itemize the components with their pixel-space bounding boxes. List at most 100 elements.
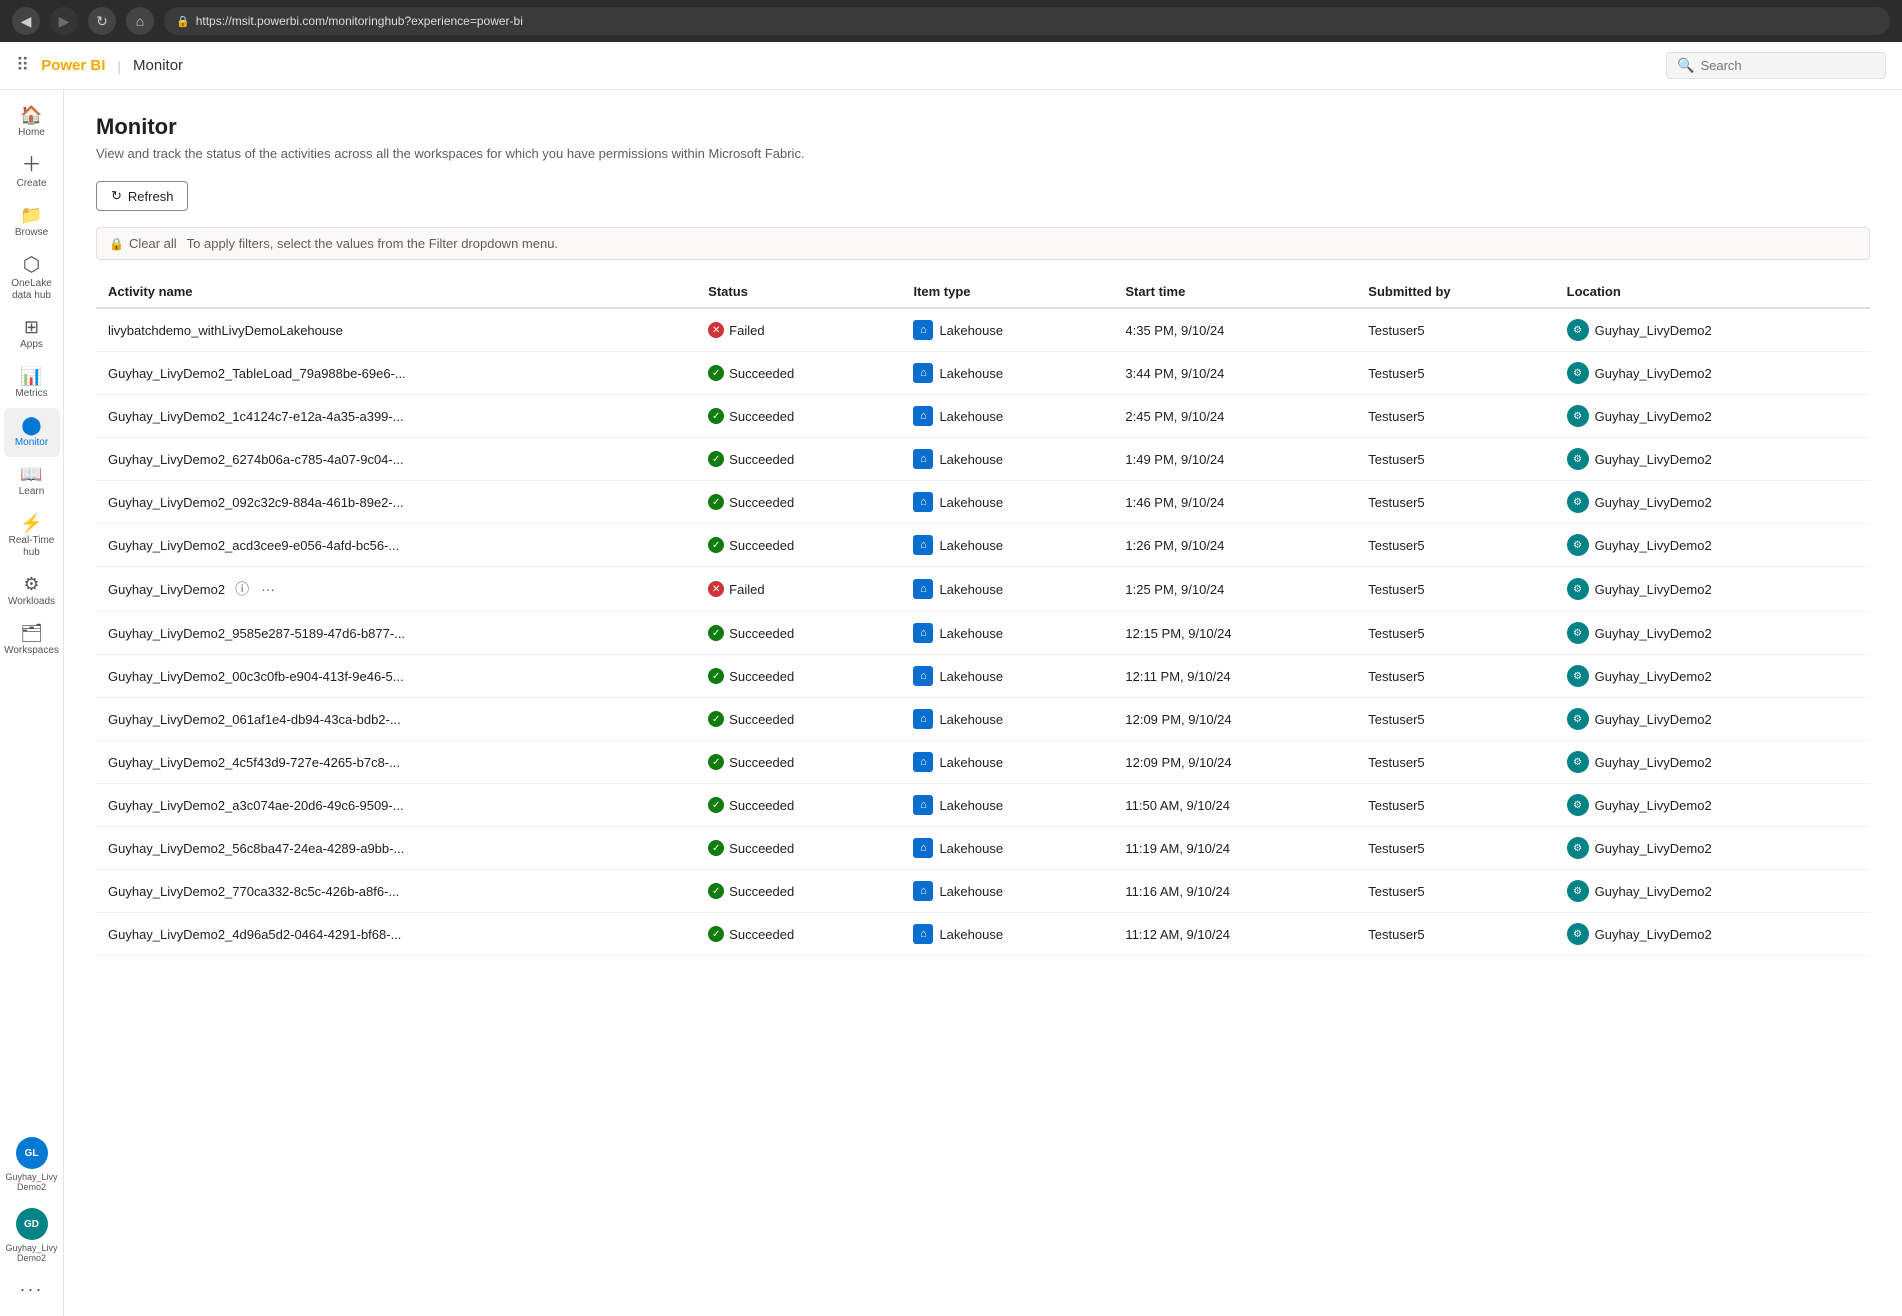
cell-start-time: 1:49 PM, 9/10/24 bbox=[1113, 438, 1356, 481]
search-input[interactable] bbox=[1700, 58, 1875, 73]
cell-item-type: ⌂Lakehouse bbox=[901, 567, 1113, 612]
clear-all-label: Clear all bbox=[129, 236, 177, 251]
sidebar-item-monitor[interactable]: ⬤ Monitor bbox=[4, 408, 60, 457]
table-row[interactable]: Guyhay_LivyDemo2_56c8ba47-24ea-4289-a9bb… bbox=[96, 827, 1870, 870]
workspace-icon: ⚙ bbox=[1567, 491, 1589, 513]
table-row[interactable]: Guyhay_LivyDemo2_acd3cee9-e056-4afd-bc56… bbox=[96, 524, 1870, 567]
cell-status: ✓Succeeded bbox=[696, 913, 901, 956]
lakehouse-icon: ⌂ bbox=[913, 320, 933, 340]
table-row[interactable]: Guyhay_LivyDemo2_9585e287-5189-47d6-b877… bbox=[96, 612, 1870, 655]
url-bar[interactable]: 🔒 https://msit.powerbi.com/monitoringhub… bbox=[164, 7, 1890, 35]
item-type-text: Lakehouse bbox=[939, 582, 1003, 597]
table-row[interactable]: Guyhay_LivyDemo2_092c32c9-884a-461b-89e2… bbox=[96, 481, 1870, 524]
table-row[interactable]: Guyhay_LivyDemo2_4c5f43d9-727e-4265-b7c8… bbox=[96, 741, 1870, 784]
sidebar-label-monitor: Monitor bbox=[15, 437, 48, 449]
lakehouse-icon: ⌂ bbox=[913, 881, 933, 901]
cell-status: ✓Succeeded bbox=[696, 352, 901, 395]
item-type-text: Lakehouse bbox=[939, 798, 1003, 813]
sidebar-item-home[interactable]: 🏠 Home bbox=[4, 98, 60, 147]
col-header-starttime: Start time bbox=[1113, 276, 1356, 308]
cell-location: ⚙Guyhay_LivyDemo2 bbox=[1555, 524, 1870, 567]
table-row[interactable]: Guyhay_LivyDemo2_061af1e4-db94-43ca-bdb2… bbox=[96, 698, 1870, 741]
app-shell: ⠿ Power BI | Monitor 🔍 🏠 Home ＋ Create 📁… bbox=[0, 42, 1902, 1316]
status-text: Succeeded bbox=[729, 841, 794, 856]
item-type-text: Lakehouse bbox=[939, 669, 1003, 684]
table-row[interactable]: Guyhay_LivyDemo2_00c3c0fb-e904-413f-9e46… bbox=[96, 655, 1870, 698]
sidebar-label-create: Create bbox=[16, 178, 46, 190]
sidebar-label-home: Home bbox=[18, 127, 45, 139]
table-row[interactable]: Guyhay_LivyDemo2_a3c074ae-20d6-49c6-9509… bbox=[96, 784, 1870, 827]
success-icon: ✓ bbox=[708, 365, 724, 381]
sidebar-item-guyhay-avatar1[interactable]: GL Guyhay_Livy Demo2 bbox=[4, 1129, 60, 1200]
home-browser-button[interactable]: ⌂ bbox=[126, 7, 154, 35]
table-row[interactable]: Guyhay_LivyDemo2_1c4124c7-e12a-4a35-a399… bbox=[96, 395, 1870, 438]
location-text: Guyhay_LivyDemo2 bbox=[1595, 452, 1712, 467]
location-text: Guyhay_LivyDemo2 bbox=[1595, 927, 1712, 942]
success-icon: ✓ bbox=[708, 797, 724, 813]
toolbar: ↻ Refresh bbox=[96, 181, 1870, 211]
sidebar-item-realtime[interactable]: ⚡ Real-Time hub bbox=[4, 506, 60, 567]
table-row[interactable]: Guyhay_LivyDemo2_4d96a5d2-0464-4291-bf68… bbox=[96, 913, 1870, 956]
workspace-icon: ⚙ bbox=[1567, 405, 1589, 427]
table-body: livybatchdemo_withLivyDemoLakehouse✕Fail… bbox=[96, 308, 1870, 956]
refresh-browser-button[interactable]: ↻ bbox=[88, 7, 116, 35]
table-row[interactable]: Guyhay_LivyDemo2_6274b06a-c785-4a07-9c04… bbox=[96, 438, 1870, 481]
workspace-icon: ⚙ bbox=[1567, 448, 1589, 470]
workspace-icon: ⚙ bbox=[1567, 319, 1589, 341]
status-text: Succeeded bbox=[729, 927, 794, 942]
cell-submitted-by: Testuser5 bbox=[1356, 655, 1554, 698]
cell-submitted-by: Testuser5 bbox=[1356, 741, 1554, 784]
create-icon: ＋ bbox=[22, 155, 42, 175]
cell-submitted-by: Testuser5 bbox=[1356, 352, 1554, 395]
refresh-button[interactable]: ↻ Refresh bbox=[96, 181, 188, 211]
cell-start-time: 12:11 PM, 9/10/24 bbox=[1113, 655, 1356, 698]
sidebar-item-metrics[interactable]: 📊 Metrics bbox=[4, 359, 60, 408]
sidebar-item-onelake[interactable]: ⬡ OneLake data hub bbox=[4, 247, 60, 310]
forward-button[interactable]: ▶ bbox=[50, 7, 78, 35]
table-row[interactable]: Guyhay_LivyDemo2ⓘ···✕Failed⌂Lakehouse1:2… bbox=[96, 567, 1870, 612]
location-text: Guyhay_LivyDemo2 bbox=[1595, 323, 1712, 338]
cell-location: ⚙Guyhay_LivyDemo2 bbox=[1555, 827, 1870, 870]
cell-item-type: ⌂Lakehouse bbox=[901, 308, 1113, 352]
cell-start-time: 1:25 PM, 9/10/24 bbox=[1113, 567, 1356, 612]
cell-submitted-by: Testuser5 bbox=[1356, 481, 1554, 524]
browse-icon: 📁 bbox=[20, 206, 42, 224]
info-button[interactable]: ⓘ bbox=[231, 577, 253, 601]
clear-all-button[interactable]: 🔒 Clear all bbox=[109, 236, 177, 251]
status-text: Succeeded bbox=[729, 755, 794, 770]
table-row[interactable]: livybatchdemo_withLivyDemoLakehouse✕Fail… bbox=[96, 308, 1870, 352]
sidebar-item-guyhay-avatar2[interactable]: GD Guyhay_Livy Demo2 bbox=[4, 1200, 60, 1271]
item-type-text: Lakehouse bbox=[939, 927, 1003, 942]
cell-location: ⚙Guyhay_LivyDemo2 bbox=[1555, 395, 1870, 438]
cell-status: ✕Failed bbox=[696, 308, 901, 352]
back-button[interactable]: ◀ bbox=[12, 7, 40, 35]
lakehouse-icon: ⌂ bbox=[913, 363, 933, 383]
page-subtitle: View and track the status of the activit… bbox=[96, 146, 1870, 161]
table-row[interactable]: Guyhay_LivyDemo2_TableLoad_79a988be-69e6… bbox=[96, 352, 1870, 395]
cell-submitted-by: Testuser5 bbox=[1356, 698, 1554, 741]
sidebar-item-more[interactable]: ··· bbox=[4, 1271, 60, 1308]
lakehouse-icon: ⌂ bbox=[913, 838, 933, 858]
sidebar-item-workspaces[interactable]: 🗂 Workspaces bbox=[4, 616, 60, 665]
more-actions-button[interactable]: ··· bbox=[257, 579, 279, 599]
success-icon: ✓ bbox=[708, 625, 724, 641]
cell-start-time: 11:16 AM, 9/10/24 bbox=[1113, 870, 1356, 913]
workspace-icon: ⚙ bbox=[1567, 794, 1589, 816]
search-box[interactable]: 🔍 bbox=[1666, 52, 1886, 79]
sidebar-item-create[interactable]: ＋ Create bbox=[4, 147, 60, 198]
cell-item-type: ⌂Lakehouse bbox=[901, 524, 1113, 567]
workspace-icon: ⚙ bbox=[1567, 837, 1589, 859]
col-header-location: Location bbox=[1555, 276, 1870, 308]
sidebar-item-apps[interactable]: ⊞ Apps bbox=[4, 310, 60, 359]
sidebar-item-workloads[interactable]: ⚙ Workloads bbox=[4, 567, 60, 616]
status-text: Succeeded bbox=[729, 884, 794, 899]
table-row[interactable]: Guyhay_LivyDemo2_770ca332-8c5c-426b-a8f6… bbox=[96, 870, 1870, 913]
cell-submitted-by: Testuser5 bbox=[1356, 308, 1554, 352]
cell-start-time: 1:26 PM, 9/10/24 bbox=[1113, 524, 1356, 567]
sidebar-item-browse[interactable]: 📁 Browse bbox=[4, 198, 60, 247]
waffle-menu-button[interactable]: ⠿ bbox=[16, 55, 29, 76]
cell-submitted-by: Testuser5 bbox=[1356, 784, 1554, 827]
row-actions: ⓘ··· bbox=[231, 577, 279, 601]
sidebar-item-learn[interactable]: 📖 Learn bbox=[4, 457, 60, 506]
cell-status: ✕Failed bbox=[696, 567, 901, 612]
